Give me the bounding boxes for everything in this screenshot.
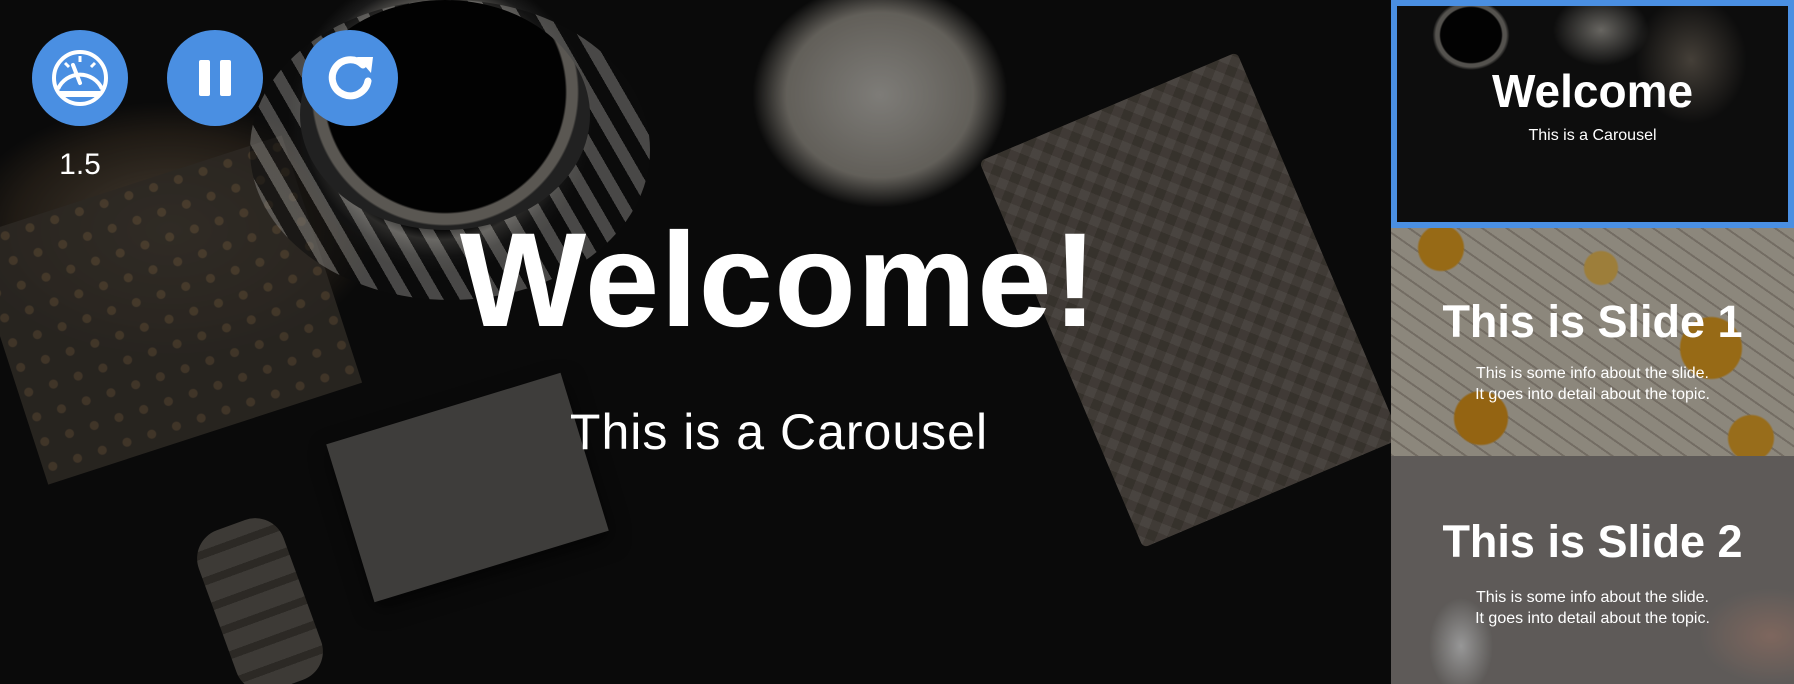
thumbnail-title: This is Slide 2 — [1442, 516, 1743, 567]
thumbnail-text-line-1: This is some info about the slide. — [1475, 589, 1709, 606]
thumbnail-text-line-2: It goes into detail about the topic. — [1475, 610, 1710, 627]
thumbnail-title: Welcome — [1491, 65, 1694, 117]
thumbnail-text-line-1: This is some info about the slide. — [1475, 365, 1709, 382]
thumbnail-overlay — [1391, 456, 1794, 684]
slide-thumbnail-slide-1[interactable]: This is Slide 1 This is some info about … — [1391, 228, 1794, 456]
thumbnail-text: This is some info about the slide. It go… — [1391, 587, 1794, 629]
slide-title: Welcome! — [459, 206, 1099, 355]
slide-thumbnail-welcome[interactable]: Welcome This is a Carousel — [1391, 0, 1794, 228]
thumbnail-text: This is a Carousel — [1528, 127, 1657, 144]
speed-button[interactable] — [32, 30, 128, 126]
speedometer-icon — [52, 50, 108, 106]
pause-button[interactable] — [167, 30, 263, 126]
slide-thumbnail-slide-2[interactable]: This is Slide 2 This is some info about … — [1391, 456, 1794, 684]
thumbnail-title: This is Slide 1 — [1442, 296, 1743, 347]
slide-subtitle: This is a Carousel — [569, 404, 989, 460]
slide-thumbnail-list: Welcome This is a Carousel This is Slide… — [1391, 0, 1794, 684]
thumbnail-text: This is some info about the slide. It go… — [1391, 363, 1794, 405]
pause-icon — [199, 60, 231, 96]
speed-value: 1.5 — [59, 148, 101, 181]
restart-button[interactable] — [302, 30, 398, 126]
thumbnail-text-line-2: It goes into detail about the topic. — [1475, 386, 1710, 403]
reload-icon — [328, 56, 373, 100]
